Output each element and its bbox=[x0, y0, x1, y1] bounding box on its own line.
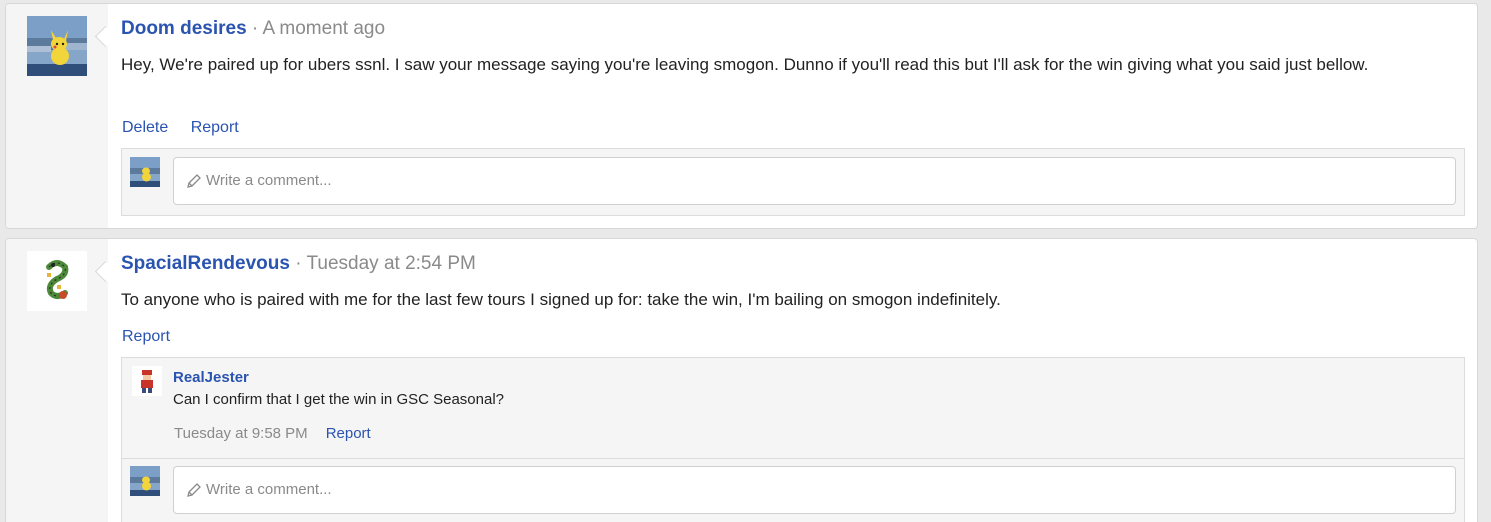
comment-time[interactable]: Tuesday at 9:58 PM bbox=[174, 425, 308, 442]
post-actions: Delete Report bbox=[122, 118, 257, 138]
report-link[interactable]: Report bbox=[191, 119, 239, 136]
comment-username[interactable]: RealJester bbox=[173, 369, 249, 386]
post-user-cell bbox=[6, 239, 108, 522]
comments-section: RealJester Can I confirm that I get the … bbox=[121, 357, 1465, 522]
current-user-avatar bbox=[130, 157, 160, 187]
comment-report-link[interactable]: Report bbox=[326, 425, 371, 442]
avatar-doom-desires[interactable] bbox=[27, 16, 87, 76]
attribution-separator: · bbox=[289, 253, 307, 274]
profile-post: Doom desires · A moment ago Hey, We're p… bbox=[5, 3, 1478, 229]
comment-input[interactable]: Write a comment... bbox=[173, 466, 1456, 514]
pencil-icon bbox=[186, 173, 202, 189]
post-body: To anyone who is paired with me for the … bbox=[121, 290, 1001, 309]
post-time[interactable]: Tuesday at 2:54 PM bbox=[307, 253, 476, 274]
avatar-spacialrendevous[interactable] bbox=[27, 251, 87, 311]
post-time[interactable]: A moment ago bbox=[263, 18, 386, 39]
comment-input[interactable]: Write a comment... bbox=[173, 157, 1456, 205]
post-username[interactable]: SpacialRendevous bbox=[121, 253, 290, 274]
attribution-separator: · bbox=[246, 18, 263, 39]
comment-meta: Tuesday at 9:58 PM Report bbox=[174, 425, 371, 442]
profile-post: SpacialRendevous · Tuesday at 2:54 PM To… bbox=[5, 238, 1478, 522]
comment-form: Write a comment... bbox=[122, 458, 1464, 518]
comment: RealJester Can I confirm that I get the … bbox=[122, 358, 1464, 459]
post-actions: Report bbox=[122, 327, 188, 347]
delete-link[interactable]: Delete bbox=[122, 119, 168, 136]
post-username[interactable]: Doom desires bbox=[121, 18, 247, 39]
comment-text: Can I confirm that I get the win in GSC … bbox=[173, 391, 505, 408]
comment-placeholder: Write a comment... bbox=[206, 481, 332, 498]
post-attribution: Doom desires · A moment ago bbox=[121, 17, 385, 41]
comments-section: Write a comment... bbox=[121, 148, 1465, 216]
post-content: SpacialRendevous · Tuesday at 2:54 PM To… bbox=[121, 239, 1477, 522]
post-attribution: SpacialRendevous · Tuesday at 2:54 PM bbox=[121, 252, 476, 276]
current-user-avatar bbox=[130, 466, 160, 496]
comment-form: Write a comment... bbox=[122, 149, 1464, 209]
post-user-cell bbox=[6, 4, 108, 228]
report-link[interactable]: Report bbox=[122, 328, 170, 345]
avatar-realjester[interactable] bbox=[132, 366, 162, 396]
profile-posts: Doom desires · A moment ago Hey, We're p… bbox=[0, 0, 1491, 522]
post-body: Hey, We're paired up for ubers ssnl. I s… bbox=[121, 55, 1369, 74]
comment-placeholder: Write a comment... bbox=[206, 172, 332, 189]
post-content: Doom desires · A moment ago Hey, We're p… bbox=[121, 4, 1477, 228]
pencil-icon bbox=[186, 482, 202, 498]
